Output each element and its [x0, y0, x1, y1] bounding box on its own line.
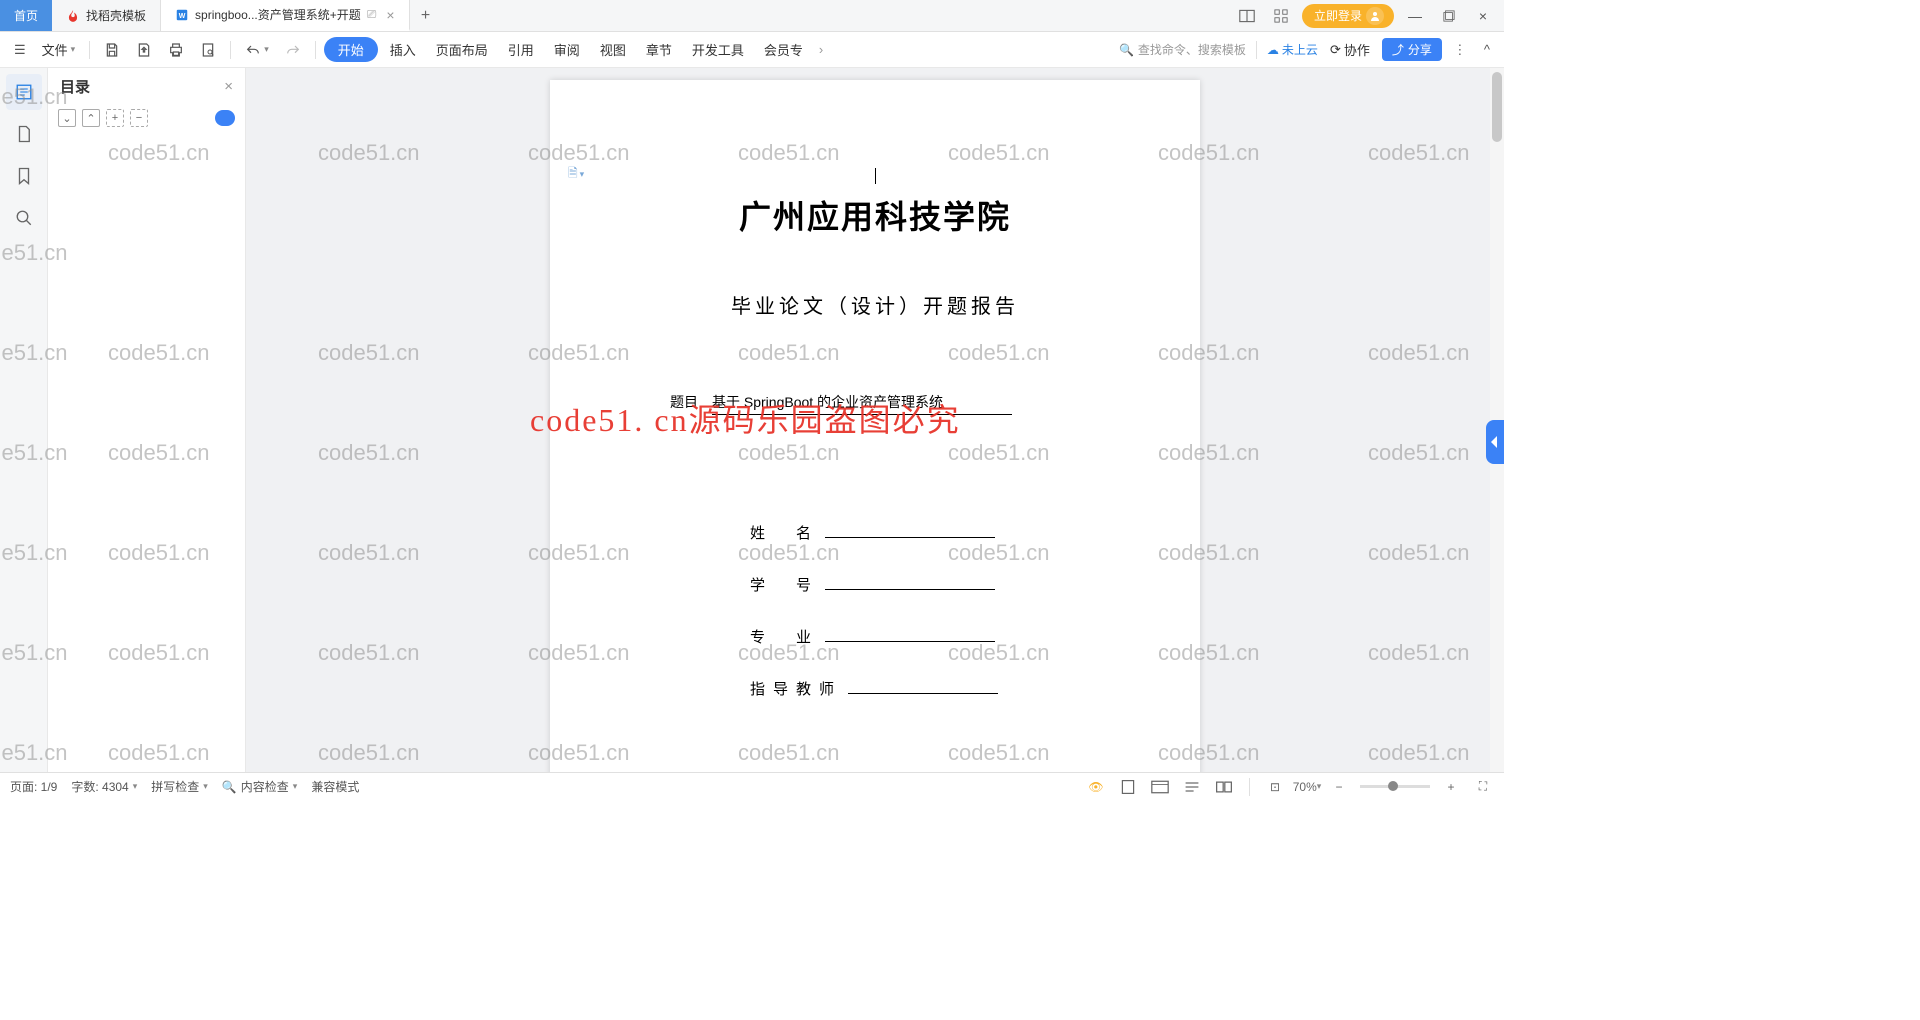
- add-heading-icon[interactable]: +: [106, 109, 124, 127]
- flame-icon: [66, 9, 80, 23]
- tab-home-label: 首页: [14, 7, 38, 24]
- menu-reference[interactable]: 引用: [500, 36, 542, 63]
- workspace: 目录 × ⌄ ⌃ + − 🗎▾ 广州应用科技学院 毕业论文（设计）开题报告 题目…: [0, 68, 1504, 772]
- maximize-button[interactable]: [1436, 3, 1462, 29]
- tab-home[interactable]: 首页: [0, 0, 52, 31]
- focus-mode-icon[interactable]: 👁: [1085, 777, 1107, 797]
- tab-bar: 首页 找稻壳模板 W springboo...资产管理系统+开题 ⎚ × + 立…: [0, 0, 1504, 32]
- login-button[interactable]: 立即登录: [1302, 4, 1394, 28]
- status-bar: 页面: 1/9 字数: 4304 ▾ 拼写检查 ▾ 🔍内容检查 ▾ 兼容模式 👁…: [0, 772, 1504, 800]
- document-page: 🗎▾ 广州应用科技学院 毕业论文（设计）开题报告 题目 基于 SpringBoo…: [550, 80, 1200, 772]
- more-menu-icon[interactable]: ⋮: [1448, 42, 1472, 58]
- redo-icon[interactable]: [279, 39, 307, 61]
- outline-panel: 目录 × ⌄ ⌃ + −: [48, 68, 246, 772]
- zoom-value[interactable]: 70% ▾: [1296, 777, 1318, 797]
- word-doc-icon: W: [175, 8, 189, 22]
- doc-topic-value: 基于 SpringBoot 的企业资产管理系统: [712, 392, 1012, 415]
- menu-view[interactable]: 视图: [592, 36, 634, 63]
- close-icon[interactable]: ×: [386, 7, 394, 23]
- collapse-ribbon-icon[interactable]: ^: [1478, 38, 1496, 61]
- view-read-icon[interactable]: [1213, 777, 1235, 797]
- side-drawer-tab[interactable]: [1486, 420, 1504, 464]
- tab-templates-label: 找稻壳模板: [86, 7, 146, 24]
- file-menu[interactable]: 文件▾: [36, 36, 82, 63]
- grid-icon[interactable]: [1268, 3, 1294, 29]
- status-contentcheck[interactable]: 🔍内容检查 ▾: [222, 778, 298, 795]
- print-icon[interactable]: [162, 38, 190, 62]
- minimize-button[interactable]: —: [1402, 3, 1428, 29]
- scrollbar-thumb[interactable]: [1492, 72, 1502, 142]
- status-spellcheck[interactable]: 拼写检查 ▾: [151, 778, 208, 795]
- cloud-status[interactable]: ☁未上云: [1267, 41, 1318, 58]
- field-major: 专 业: [750, 626, 995, 647]
- search-icon: 🔍: [1119, 43, 1134, 57]
- close-window-button[interactable]: ×: [1470, 3, 1496, 29]
- layout1-icon[interactable]: [1234, 3, 1260, 29]
- doc-subtitle: 毕业论文（设计）开题报告: [550, 290, 1200, 319]
- monitor-icon: ⎚: [367, 7, 377, 22]
- search-doc-icon: 🔍: [222, 780, 237, 794]
- status-compat[interactable]: 兼容模式: [311, 778, 359, 795]
- fit-width-icon[interactable]: ⊡: [1264, 777, 1286, 797]
- menu-member[interactable]: 会员专: [756, 36, 811, 63]
- sidebar-doc-icon[interactable]: [6, 116, 42, 152]
- preview-icon[interactable]: [194, 38, 222, 62]
- new-tab-button[interactable]: +: [410, 0, 442, 31]
- expand-all-icon[interactable]: ⌃: [82, 109, 100, 127]
- page-marker-icon: 🗎▾: [568, 164, 584, 185]
- avatar-icon: [1366, 7, 1384, 25]
- menu-layout[interactable]: 页面布局: [428, 36, 496, 63]
- field-advisor: 指导教师: [750, 678, 998, 699]
- status-words[interactable]: 字数: 4304 ▾: [71, 778, 137, 795]
- zoom-out-button[interactable]: −: [1328, 777, 1350, 797]
- sidebar: [0, 68, 48, 772]
- view-web-icon[interactable]: [1149, 777, 1171, 797]
- menu-chapter[interactable]: 章节: [638, 36, 680, 63]
- menu-review[interactable]: 审阅: [546, 36, 588, 63]
- fullscreen-icon[interactable]: ⛶: [1472, 777, 1494, 797]
- menu-devtools[interactable]: 开发工具: [684, 36, 752, 63]
- search-box[interactable]: 🔍查找命令、搜索模板: [1119, 41, 1246, 58]
- ai-bubble-icon[interactable]: [215, 110, 235, 126]
- outline-title: 目录: [60, 76, 90, 97]
- outline-header: 目录 ×: [48, 68, 245, 105]
- collapse-all-icon[interactable]: ⌄: [58, 109, 76, 127]
- collab-icon: ⟳: [1330, 42, 1341, 58]
- share-button[interactable]: ⤴分享: [1382, 38, 1442, 61]
- start-tab[interactable]: 开始: [324, 37, 378, 62]
- collab-button[interactable]: ⟳协作: [1324, 36, 1376, 63]
- close-panel-icon[interactable]: ×: [224, 78, 233, 95]
- view-page-icon[interactable]: [1117, 777, 1139, 797]
- export-icon[interactable]: [130, 38, 158, 62]
- sidebar-search-icon[interactable]: [6, 200, 42, 236]
- doc-topic: 题目 基于 SpringBoot 的企业资产管理系统: [670, 392, 1140, 415]
- sidebar-outline-icon[interactable]: [6, 74, 42, 110]
- sidebar-bookmark-icon[interactable]: [6, 158, 42, 194]
- tab-templates[interactable]: 找稻壳模板: [52, 0, 161, 31]
- share-icon: ⤴: [1392, 41, 1404, 58]
- undo-icon[interactable]: ▾: [239, 39, 275, 61]
- menu-insert[interactable]: 插入: [382, 36, 424, 63]
- svg-text:W: W: [179, 12, 186, 19]
- status-page[interactable]: 页面: 1/9: [10, 778, 57, 795]
- tab-document[interactable]: W springboo...资产管理系统+开题 ⎚ ×: [161, 0, 410, 31]
- text-cursor: [875, 168, 876, 184]
- view-outline-icon[interactable]: [1181, 777, 1203, 797]
- ribbon-toolbar: ☰ 文件▾ ▾ 开始 插入 页面布局 引用 审阅 视图 章节 开发工具 会员专 …: [0, 32, 1504, 68]
- cloud-icon: ☁: [1267, 43, 1279, 57]
- outline-tools: ⌄ ⌃ + −: [48, 105, 245, 131]
- login-label: 立即登录: [1314, 7, 1362, 24]
- menu-icon[interactable]: ☰: [8, 38, 32, 62]
- field-name: 姓 名: [750, 522, 995, 543]
- zoom-slider[interactable]: [1360, 785, 1430, 788]
- zoom-in-button[interactable]: +: [1440, 777, 1462, 797]
- save-icon[interactable]: [98, 38, 126, 62]
- tab-document-label: springboo...资产管理系统+开题: [195, 6, 361, 23]
- scroll-right-icon[interactable]: ›: [815, 42, 827, 57]
- doc-university: 广州应用科技学院: [550, 192, 1200, 238]
- document-canvas[interactable]: 🗎▾ 广州应用科技学院 毕业论文（设计）开题报告 题目 基于 SpringBoo…: [246, 68, 1504, 772]
- field-id: 学 号: [750, 574, 995, 595]
- remove-heading-icon[interactable]: −: [130, 109, 148, 127]
- window-controls: 立即登录 — ×: [1234, 0, 1504, 31]
